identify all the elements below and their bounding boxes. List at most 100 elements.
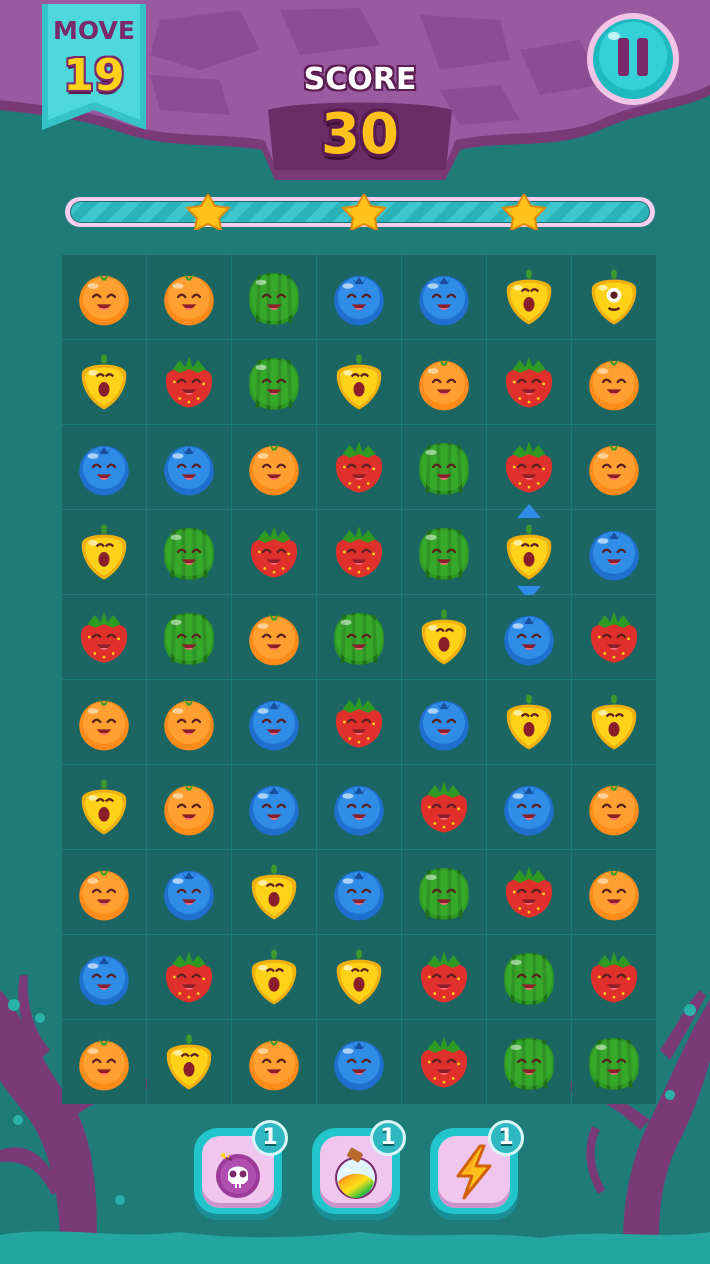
- orange-icon: [419, 358, 469, 411]
- board-cell[interactable]: [572, 680, 656, 764]
- booster-rainbow-potion[interactable]: 1: [308, 1120, 408, 1224]
- board-cell[interactable]: [147, 595, 231, 679]
- board-cell[interactable]: [317, 510, 401, 594]
- board-cell[interactable]: [232, 935, 316, 1019]
- board-cell[interactable]: [62, 595, 146, 679]
- board-cell[interactable]: [572, 255, 656, 339]
- board-cell[interactable]: [402, 935, 486, 1019]
- board-cell[interactable]: [317, 765, 401, 849]
- board-cell[interactable]: [147, 510, 231, 594]
- pepper-icon: [506, 269, 552, 325]
- board-cell[interactable]: [487, 680, 571, 764]
- board-cell[interactable]: [147, 935, 231, 1019]
- orange-icon: [164, 698, 214, 751]
- board-cell[interactable]: [487, 850, 571, 934]
- orange-icon: [589, 868, 639, 921]
- board-cell[interactable]: [232, 765, 316, 849]
- board-cell[interactable]: [572, 425, 656, 509]
- board-cell[interactable]: [62, 510, 146, 594]
- board-cell[interactable]: [147, 1020, 231, 1104]
- strawberry-icon: [335, 696, 383, 748]
- board-cell[interactable]: [62, 850, 146, 934]
- pepper-icon: [506, 694, 552, 750]
- board-cell[interactable]: [147, 765, 231, 849]
- watermelon-icon: [504, 1038, 554, 1090]
- blueberry-icon: [504, 615, 554, 666]
- board-cell[interactable]: [487, 425, 571, 509]
- board-cell[interactable]: [317, 595, 401, 679]
- board-cell[interactable]: [147, 340, 231, 424]
- pepper-icon: [81, 779, 127, 835]
- board-cell[interactable]: [572, 850, 656, 934]
- booster-skull-bomb[interactable]: 1: [190, 1120, 290, 1224]
- board-cell[interactable]: [572, 595, 656, 679]
- board-cell[interactable]: [232, 680, 316, 764]
- board-cell[interactable]: [232, 255, 316, 339]
- board-cell[interactable]: [402, 680, 486, 764]
- board-cell[interactable]: [62, 765, 146, 849]
- board-cell[interactable]: [402, 340, 486, 424]
- board-cell[interactable]: [487, 1020, 571, 1104]
- board-cell[interactable]: [147, 850, 231, 934]
- watermelon-icon: [419, 528, 469, 580]
- board-cell[interactable]: [572, 765, 656, 849]
- board-cell[interactable]: [402, 255, 486, 339]
- board-cell[interactable]: [147, 425, 231, 509]
- board-cell[interactable]: [232, 425, 316, 509]
- board-cell[interactable]: [147, 255, 231, 339]
- board-cell[interactable]: [402, 850, 486, 934]
- board-cell[interactable]: [402, 510, 486, 594]
- board-cell[interactable]: [317, 1020, 401, 1104]
- board-cell[interactable]: [402, 1020, 486, 1104]
- orange-icon: [589, 358, 639, 411]
- blueberry-icon: [334, 785, 384, 836]
- booster-count-badge: 1: [488, 1120, 524, 1156]
- board-cell[interactable]: [487, 255, 571, 339]
- board-cell[interactable]: [232, 510, 316, 594]
- board-cell[interactable]: [487, 504, 571, 600]
- board-cell[interactable]: [232, 1020, 316, 1104]
- board-cell[interactable]: [402, 425, 486, 509]
- board-cell[interactable]: [487, 935, 571, 1019]
- board-cell[interactable]: [487, 765, 571, 849]
- board-cell[interactable]: [62, 935, 146, 1019]
- board-cell[interactable]: [317, 425, 401, 509]
- score-progress-bar: [65, 194, 655, 230]
- board-cell[interactable]: [232, 850, 316, 934]
- board-cell[interactable]: [572, 1020, 656, 1104]
- board-cell[interactable]: [487, 595, 571, 679]
- board-cell[interactable]: [317, 935, 401, 1019]
- board-cell[interactable]: [317, 680, 401, 764]
- orange-icon: [249, 613, 299, 666]
- booster-lightning[interactable]: 1: [426, 1120, 526, 1224]
- watermelon-icon: [589, 1038, 639, 1090]
- board-cell[interactable]: [62, 255, 146, 339]
- board-cell[interactable]: [62, 340, 146, 424]
- board-cell[interactable]: [62, 425, 146, 509]
- pause-button[interactable]: [586, 12, 680, 106]
- orange-icon: [79, 698, 129, 751]
- board-cell[interactable]: [317, 850, 401, 934]
- pepper-icon: [336, 354, 382, 410]
- move-label: MOVE: [53, 16, 135, 45]
- pause-icon: [587, 13, 679, 105]
- board-cell[interactable]: [232, 340, 316, 424]
- board-cell[interactable]: [572, 340, 656, 424]
- watermelon-icon: [419, 443, 469, 495]
- board-cell[interactable]: [62, 680, 146, 764]
- board-cell[interactable]: [317, 255, 401, 339]
- top-hud: MOVE 19 SCORE 30: [0, 0, 710, 190]
- board-cell[interactable]: [62, 1020, 146, 1104]
- board-cell[interactable]: [487, 340, 571, 424]
- board-cell[interactable]: [572, 510, 656, 594]
- board-cell[interactable]: [317, 340, 401, 424]
- watermelon-icon: [164, 528, 214, 580]
- blueberry-icon: [334, 275, 384, 326]
- board-cell[interactable]: [147, 680, 231, 764]
- strawberry-icon: [335, 441, 383, 493]
- board-cell[interactable]: [232, 595, 316, 679]
- board-cell[interactable]: [402, 595, 486, 679]
- board-cell[interactable]: [402, 765, 486, 849]
- blueberry-icon: [589, 530, 639, 581]
- board-cell[interactable]: [572, 935, 656, 1019]
